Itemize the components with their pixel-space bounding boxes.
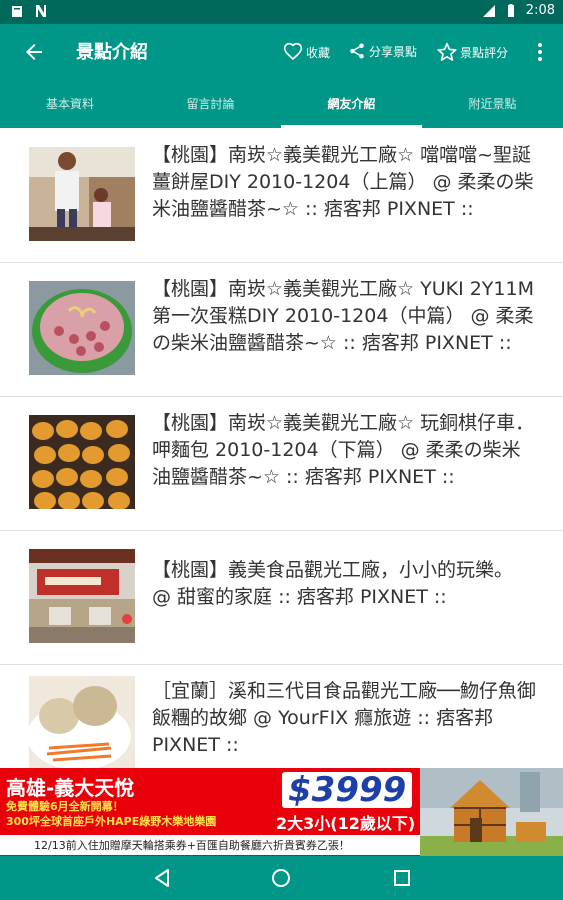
tab-basic-info[interactable]: 基本資料 [0,80,140,128]
article-thumbnail [29,415,135,509]
article-title: 【桃園】南崁☆義美觀光工廠☆ YUKI 2Y11M 第一次蛋糕DIY 2010-… [152,278,534,354]
list-item[interactable]: 【桃園】南崁☆義美觀光工廠☆ YUKI 2Y11M 第一次蛋糕DIY 2010-… [0,262,563,397]
article-thumbnail [29,676,135,768]
rate-button[interactable]: 景點評分 [437,42,508,62]
tab-nearby[interactable]: 附近景點 [422,80,563,128]
list-item[interactable]: 【桃園】義美食品觀光工廠，小小的玩樂。 @ 甜蜜的家庭 :: 痞客邦 PIXNE… [0,530,563,665]
list-item[interactable]: ［宜蘭］溪和三代目食品觀光工廠──魩仔魚御飯糰的故鄉 @ YourFIX 癮旅遊… [0,664,563,768]
n-icon [36,5,46,17]
signal-icon [482,4,495,17]
article-thumbnail [29,549,135,643]
ad-price: $3999 [282,772,413,808]
ad-line-1: 免費體驗6月全新開幕！ [6,800,124,813]
ad-line-2: 300坪全球首座戶外HAPE綠野木樂地樂園 [6,815,217,828]
back-nav-icon[interactable] [148,864,176,892]
article-title: 【桃園】南崁☆義美觀光工廠☆ 玩銅棋仔車．呷麵包 2010-1204（下篇） @… [152,412,535,488]
tab-bar: 基本資料 留言討論 網友介紹 附近景點 [0,80,563,128]
home-nav-icon[interactable] [267,864,295,892]
back-arrow-icon[interactable] [22,40,46,64]
article-thumbnail [29,147,135,241]
favorite-button[interactable]: 收藏 [283,42,330,62]
rate-label: 景點評分 [460,45,509,60]
ad-banner[interactable]: 高雄-義大天悅 免費體驗6月全新開幕！ 300坪全球首座戶外HAPE綠野木樂地樂… [0,768,563,856]
tab-user-intros[interactable]: 網友介紹 [281,80,422,128]
tab-comments[interactable]: 留言討論 [140,80,281,128]
article-title: ［宜蘭］溪和三代目食品觀光工廠──魩仔魚御飯糰的故鄉 @ YourFIX 癮旅遊… [152,680,536,756]
ad-title: 高雄-義大天悅 [6,776,135,800]
share-icon [350,43,364,59]
system-nav-bar [0,856,563,900]
heart-icon [283,42,303,61]
ad-house-image [420,768,563,856]
article-list: 【桃園】南崁☆義美觀光工廠☆ 噹噹噹~聖誕薑餅屋DIY 2010-1204（上篇… [0,128,563,768]
star-icon [437,42,457,61]
share-label: 分享景點 [369,44,418,59]
article-title: 【桃園】義美食品觀光工廠，小小的玩樂。 @ 甜蜜的家庭 :: 痞客邦 PIXNE… [152,559,514,608]
battery-icon [507,3,514,17]
list-item[interactable]: 【桃園】南崁☆義美觀光工廠☆ 噹噹噹~聖誕薑餅屋DIY 2010-1204（上篇… [0,128,563,263]
recents-nav-icon[interactable] [388,864,416,892]
page-title: 景點介紹 [76,42,148,63]
more-vert-icon[interactable] [535,40,545,64]
status-time: 2:08 [525,3,555,18]
status-bar: 2:08 [0,0,563,24]
article-thumbnail [29,281,135,375]
notification-icon [12,6,22,17]
app-bar: 景點介紹 收藏 分享景點 景點評分 基本資料 留言討論 網友介紹 附近景點 [0,24,563,128]
list-item[interactable]: 【桃園】南崁☆義美觀光工廠☆ 玩銅棋仔車．呷麵包 2010-1204（下篇） @… [0,396,563,531]
share-button[interactable]: 分享景點 [348,42,417,60]
ad-footer: 12/13前入住加贈摩天輪搭乘券+百匯自助餐廳六折貴賓券乙張！ [34,839,350,852]
article-title: 【桃園】南崁☆義美觀光工廠☆ 噹噹噹~聖誕薑餅屋DIY 2010-1204（上篇… [152,144,534,220]
ad-price-note: 2大3小(12歲以下) [276,814,416,833]
favorite-label: 收藏 [306,45,331,60]
